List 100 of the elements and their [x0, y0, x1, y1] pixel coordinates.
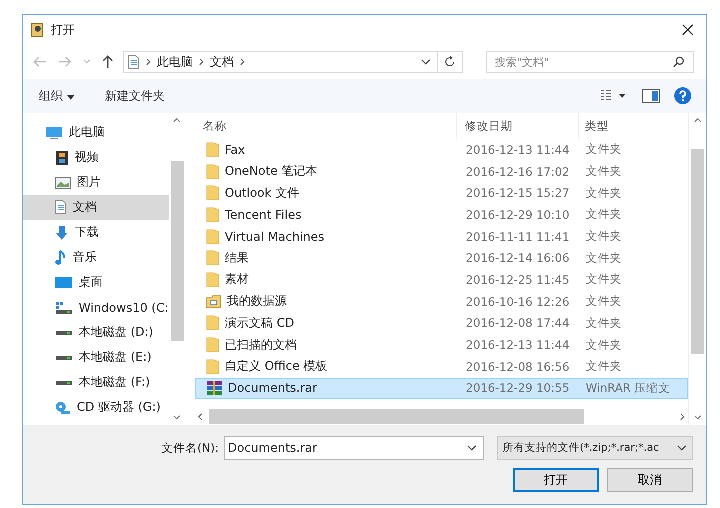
file-row[interactable]: Fax 2016-12-13 11:44 文件夹 [195, 139, 688, 161]
help-icon[interactable] [674, 87, 692, 105]
file-name: Tencent Files [225, 208, 302, 222]
file-type: 文件夹 [585, 186, 623, 201]
scrollbar[interactable] [688, 113, 706, 425]
chevron-down-icon [677, 444, 687, 452]
file-name: OneNote 笔记本 [225, 163, 318, 180]
folder-icon [206, 337, 220, 354]
down-arrow-icon [55, 224, 69, 240]
up-arrow-icon[interactable] [102, 55, 114, 69]
sidebar-item[interactable]: 音乐 [23, 245, 169, 270]
column-header[interactable]: 修改日期 [457, 113, 579, 139]
file-row[interactable]: Outlook 文件 2016-12-15 15:27 文件夹 [195, 182, 688, 204]
modified-date: 2016-11-11 11:41 [465, 230, 571, 244]
view-options-icon[interactable] [600, 90, 628, 102]
folder-icon [206, 294, 222, 309]
sidebar-item[interactable]: Windows10 (C: [23, 295, 169, 320]
modified-date: 2016-12-29 10:55 [465, 381, 571, 396]
sidebar-item[interactable]: 此电脑 [23, 120, 169, 145]
close-icon[interactable] [682, 24, 694, 36]
file-name: 结果 [225, 250, 249, 267]
scrollbar[interactable] [168, 113, 186, 425]
sidebar-item[interactable]: 图片 [23, 170, 169, 195]
file-type: 文件夹 [585, 338, 623, 353]
sidebar-item[interactable]: 文档 [23, 195, 169, 220]
chevron-down-icon [467, 444, 477, 452]
file-row[interactable]: Tencent Files 2016-12-29 10:10 文件夹 [195, 204, 688, 226]
file-type: 文件夹 [585, 294, 623, 310]
file-type: 文件夹 [585, 272, 623, 288]
file-name: 演示文稿 CD [225, 314, 294, 332]
folder-icon [206, 228, 220, 245]
file-row[interactable]: 结果 2016-12-14 16:06 文件夹 [195, 247, 688, 270]
drive-icon [55, 300, 73, 314]
drive-icon [55, 354, 73, 360]
sidebar-item[interactable]: 本地磁盘 (D:) [23, 320, 169, 345]
file-name: 自定义 Office 模板 [225, 358, 328, 376]
cancel-button[interactable]: 取消 [607, 468, 693, 492]
folder-icon [206, 142, 220, 158]
column-header[interactable]: 名称 [195, 113, 457, 139]
refresh-icon[interactable] [444, 56, 456, 68]
file-type-dropdown[interactable]: 所有支持的文件(*.zip;*.rar;*.ac [497, 436, 693, 460]
sidebar-item[interactable]: 桌面 [23, 270, 169, 295]
modified-date: 2016-12-08 17:44 [465, 316, 571, 330]
window-title: 打开 [51, 22, 75, 38]
chevron-right-icon [199, 58, 204, 66]
modified-date: 2016-12-16 17:02 [465, 164, 571, 179]
file-row[interactable]: 演示文稿 CD 2016-12-08 17:44 文件夹 [195, 312, 688, 334]
chevron-right-icon [240, 58, 245, 66]
folder-icon [206, 272, 220, 288]
caret-icon [66, 94, 75, 100]
music-note-icon [55, 250, 67, 266]
app-icon [30, 22, 46, 38]
file-type: 文件夹 [585, 229, 623, 244]
file-type: 文件夹 [585, 316, 623, 331]
preview-pane-icon[interactable] [642, 89, 660, 103]
file-name: 我的数据源 [227, 293, 287, 310]
file-type: 文件夹 [585, 250, 623, 266]
organize-button[interactable]: 组织 [31, 86, 83, 106]
modified-date: 2016-12-14 16:06 [465, 251, 571, 266]
file-name: 已扫描的文档 [225, 336, 297, 354]
folder-icon [206, 164, 220, 180]
chevron-right-icon [146, 58, 151, 66]
file-type: 文件夹 [585, 164, 623, 180]
modified-date: 2016-12-29 10:10 [465, 208, 571, 222]
file-row[interactable]: Virtual Machines 2016-11-11 11:41 文件夹 [195, 226, 688, 248]
sidebar-item[interactable]: 本地磁盘 (F:) [23, 370, 169, 395]
file-row[interactable]: OneNote 笔记本 2016-12-16 17:02 文件夹 [195, 160, 688, 182]
sidebar-item[interactable]: CD 驱动器 (G:) [23, 395, 169, 420]
breadcrumb[interactable]: 此电脑 [157, 54, 193, 70]
drive-icon [55, 380, 73, 386]
file-row[interactable]: Documents.rar 2016-12-29 10:55 WinRAR 压缩文 [195, 378, 688, 400]
sidebar-item[interactable]: 本地磁盘 (E:) [23, 345, 169, 370]
file-row[interactable]: 素材 2016-12-25 11:45 文件夹 [195, 269, 688, 291]
file-row[interactable]: 自定义 Office 模板 2016-12-08 16:56 文件夹 [195, 356, 688, 378]
new-folder-button[interactable]: 新建文件夹 [96, 86, 173, 106]
folder-icon [206, 315, 220, 332]
drive-icon [55, 330, 73, 336]
chevron-down-icon[interactable] [421, 58, 431, 66]
open-button[interactable]: 打开 [513, 468, 599, 492]
file-row[interactable]: 已扫描的文档 2016-12-13 11:44 文件夹 [195, 334, 688, 356]
film-icon [55, 150, 69, 166]
file-name-label: 文件名(N): [162, 440, 219, 456]
file-row[interactable]: 我的数据源 2016-10-16 12:26 文件夹 [195, 290, 688, 312]
address-bar[interactable]: 此电脑 文档 [123, 51, 463, 73]
search-field[interactable]: 搜索"文档" [486, 51, 694, 73]
desktop-icon [55, 276, 73, 288]
search-icon [673, 56, 685, 68]
file-name: 素材 [225, 271, 249, 288]
sidebar-item[interactable]: 视频 [23, 145, 169, 170]
column-header[interactable]: 类型 [579, 113, 688, 139]
sidebar-item[interactable]: 下载 [23, 220, 169, 245]
modified-date: 2016-12-13 11:44 [465, 338, 571, 352]
breadcrumb[interactable]: 文档 [210, 54, 234, 70]
modified-date: 2016-12-13 11:44 [465, 142, 571, 157]
folder-icon [206, 185, 220, 202]
folder-icon [206, 206, 220, 223]
modified-date: 2016-12-25 11:45 [465, 272, 571, 287]
file-name-field[interactable]: Documents.rar [224, 436, 484, 460]
file-type: 文件夹 [585, 142, 623, 158]
picture-icon [55, 176, 71, 188]
